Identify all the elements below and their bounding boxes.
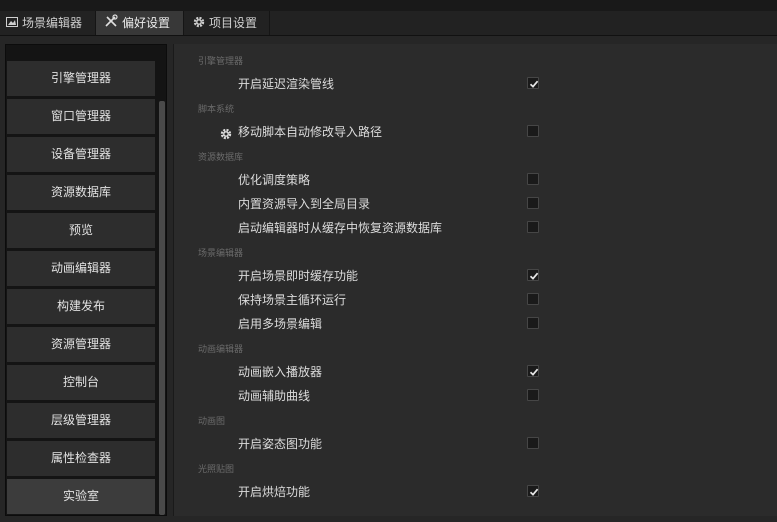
checkbox-restore-cache[interactable] <box>527 221 539 233</box>
sidebar-item-label: 设备管理器 <box>50 147 111 161</box>
sidebar-item-engine-manager[interactable]: 引擎管理器 <box>7 61 155 96</box>
checkmark-icon <box>529 368 539 376</box>
checkmark-icon <box>529 488 539 496</box>
option-label: 内置资源导入到全局目录 <box>238 197 371 211</box>
section-title-engine: 引擎管理器 <box>198 57 244 67</box>
sidebar-item-console[interactable]: 控制台 <box>7 365 155 400</box>
tab-scene-editor[interactable]: 场景编辑器 <box>0 11 96 35</box>
section-title-lightmap: 光照贴图 <box>198 465 235 475</box>
sidebar-item-preview[interactable]: 预览 <box>7 213 155 248</box>
sidebar-scrollbar[interactable] <box>159 101 165 515</box>
sidebar-item-build[interactable]: 构建发布 <box>7 289 155 324</box>
option-label: 启用多场景编辑 <box>238 317 323 331</box>
section-title-asset-db: 资源数据库 <box>198 153 244 163</box>
window-top-strip <box>0 0 777 11</box>
checkbox-optimize-schedule[interactable] <box>527 173 539 185</box>
option-label: 保持场景主循环运行 <box>238 293 347 307</box>
option-label: 开启延迟渲染管线 <box>238 77 335 91</box>
option-label: 启动编辑器时从缓存中恢复资源数据库 <box>238 221 443 235</box>
checkbox-multi-scene[interactable] <box>527 317 539 329</box>
sidebar-item-animation-editor[interactable]: 动画编辑器 <box>7 251 155 286</box>
option-label: 开启姿态图功能 <box>238 437 323 451</box>
checkbox-pose-graph[interactable] <box>527 437 539 449</box>
tab-label: 项目设置 <box>209 16 258 30</box>
section-title-scene-editor: 场景编辑器 <box>198 249 244 259</box>
sidebar-item-asset-db[interactable]: 资源数据库 <box>7 175 155 210</box>
checkbox-anim-aux-curve[interactable] <box>527 389 539 401</box>
sidebar-item-label: 资源管理器 <box>50 337 111 351</box>
option-label: 动画辅助曲线 <box>238 389 311 403</box>
sidebar-item-asset-manager[interactable]: 资源管理器 <box>7 327 155 362</box>
settings-panel: 引擎管理器 开启延迟渲染管线 脚本系统 移动脚本自动修改导入路径 资源数据库 优… <box>173 44 777 516</box>
sidebar-item-window-manager[interactable]: 窗口管理器 <box>7 99 155 134</box>
sidebar-item-label: 构建发布 <box>56 299 105 313</box>
tab-label: 场景编辑器 <box>22 16 83 30</box>
checkbox-anim-embed-player[interactable] <box>527 365 539 377</box>
tab-bar: 场景编辑器 偏好设置 项目设置 <box>0 11 777 36</box>
option-label: 开启场景即时缓存功能 <box>238 269 359 283</box>
sidebar-item-label: 动画编辑器 <box>50 261 111 275</box>
sidebar-item-label: 预览 <box>68 223 93 237</box>
sidebar-item-label: 资源数据库 <box>50 185 111 199</box>
sidebar-item-lab[interactable]: 实验室 <box>7 479 155 514</box>
option-label: 动画嵌入播放器 <box>238 365 323 379</box>
option-label: 优化调度策略 <box>238 173 311 187</box>
option-label: 开启烘焙功能 <box>238 485 311 499</box>
tab-project-settings[interactable]: 项目设置 <box>184 11 270 35</box>
sidebar-item-device-manager[interactable]: 设备管理器 <box>7 137 155 172</box>
sidebar-item-label: 实验室 <box>62 489 99 503</box>
sidebar-item-inspector[interactable]: 属性检查器 <box>7 441 155 476</box>
sidebar-item-label: 控制台 <box>62 375 99 389</box>
option-label: 移动脚本自动修改导入路径 <box>238 125 383 139</box>
checkbox-builtin-global[interactable] <box>527 197 539 209</box>
gear-icon[interactable] <box>220 125 232 144</box>
tools-icon <box>104 12 118 36</box>
sidebar-item-label: 层级管理器 <box>50 413 111 427</box>
tab-label: 偏好设置 <box>122 16 171 30</box>
checkbox-keep-main-loop[interactable] <box>527 293 539 305</box>
checkmark-icon <box>529 272 539 280</box>
sidebar-item-hierarchy[interactable]: 层级管理器 <box>7 403 155 438</box>
tab-preferences[interactable]: 偏好设置 <box>96 11 184 35</box>
checkbox-move-script-path[interactable] <box>527 125 539 137</box>
checkbox-baking[interactable] <box>527 485 539 497</box>
section-title-anim-graph: 动画图 <box>198 417 226 427</box>
checkmark-icon <box>529 80 539 88</box>
sidebar-item-label: 属性检查器 <box>50 451 111 465</box>
sidebar-item-label: 窗口管理器 <box>50 109 111 123</box>
preferences-sidebar: 引擎管理器 窗口管理器 设备管理器 资源数据库 预览 动画编辑器 构建发布 资源… <box>5 44 167 516</box>
section-title-anim-editor: 动画编辑器 <box>198 345 244 355</box>
checkbox-deferred-pipeline[interactable] <box>527 77 539 89</box>
section-title-script: 脚本系统 <box>198 105 235 115</box>
checkbox-scene-cache[interactable] <box>527 269 539 281</box>
sidebar-item-label: 引擎管理器 <box>50 71 111 85</box>
scene-editor-icon <box>6 12 18 36</box>
gear-icon <box>193 12 205 36</box>
